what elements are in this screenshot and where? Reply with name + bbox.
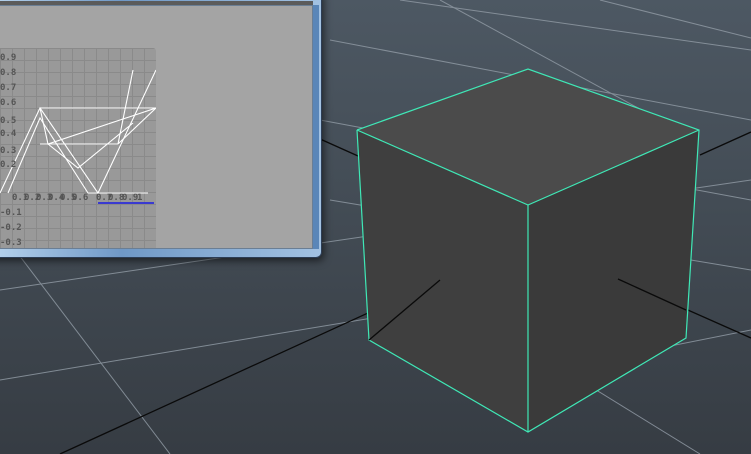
curve-line bbox=[117, 69, 134, 145]
maya-viewport[interactable]: 1 0.9 0.8 0.7 0.6 0.5 0.4 0.3 0.2 0.1 0.… bbox=[0, 0, 751, 454]
window-right-border[interactable] bbox=[313, 5, 319, 249]
y-tick-label: 0.9 bbox=[0, 53, 17, 63]
curve-line bbox=[0, 69, 156, 195]
x-tick-label: 0.6 bbox=[72, 193, 89, 203]
y-tick-label: 0.2 bbox=[0, 160, 17, 170]
curve-line bbox=[7, 116, 89, 194]
grid-line bbox=[579, 379, 701, 454]
y-tick-label: 0.6 bbox=[0, 98, 17, 108]
grid-line bbox=[599, 0, 751, 39]
y-tick-label: -0.3 bbox=[0, 238, 22, 248]
curve-line bbox=[39, 107, 156, 145]
y-tick-label: -0.1 bbox=[0, 208, 22, 218]
y-tick-label: 0.5 bbox=[0, 116, 17, 126]
y-tick-label: 0.7 bbox=[0, 83, 17, 93]
grid-line bbox=[0, 229, 171, 454]
animation-curves bbox=[0, 69, 156, 195]
y-tick-label: -0.2 bbox=[0, 223, 22, 233]
timeline-playhead-bar[interactable] bbox=[98, 202, 154, 204]
curve-graph[interactable] bbox=[0, 48, 156, 248]
y-tick-label: 0.8 bbox=[0, 68, 17, 78]
y-tick-label: 0.3 bbox=[0, 146, 17, 156]
cube-object[interactable] bbox=[356, 68, 700, 433]
axis-line-right bbox=[699, 131, 751, 156]
y-tick-label: 0.4 bbox=[0, 129, 17, 139]
curve-graph-panel[interactable]: 1 0.9 0.8 0.7 0.6 0.5 0.4 0.3 0.2 0.1 0.… bbox=[0, 48, 156, 248]
